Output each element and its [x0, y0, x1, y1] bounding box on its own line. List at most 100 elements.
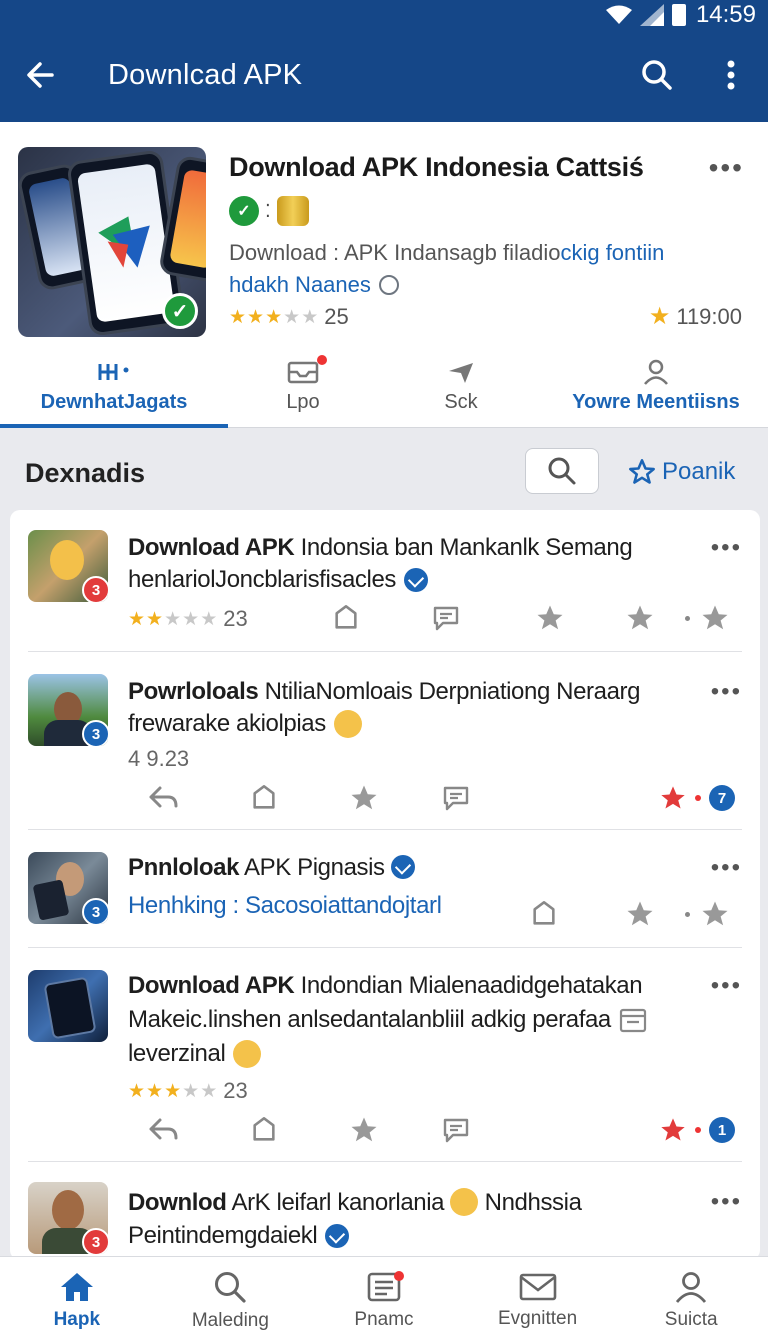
- star-button[interactable]: [620, 894, 660, 934]
- list-item[interactable]: Download APK Indondian Mialenaadidgehata…: [28, 948, 742, 1162]
- item-title-bold: Powrloloals: [128, 678, 259, 705]
- mail-icon: [519, 1273, 556, 1300]
- star-icon: [627, 901, 653, 926]
- tab-sck[interactable]: Sck: [378, 344, 544, 428]
- search-button[interactable]: [620, 40, 694, 110]
- app-more-button[interactable]: •••: [709, 152, 744, 184]
- star-icon: ★: [648, 303, 671, 330]
- item-more-button[interactable]: •••: [711, 1188, 742, 1216]
- app-logo-icon: [98, 216, 150, 268]
- nav-list[interactable]: Pnamc: [307, 1257, 461, 1344]
- coin-icon: [276, 196, 309, 226]
- item-more-button[interactable]: •••: [711, 678, 742, 706]
- item-more-button[interactable]: •••: [711, 854, 742, 882]
- comment-button[interactable]: [436, 778, 476, 818]
- item-actions: 1: [118, 1110, 742, 1150]
- share-button[interactable]: [144, 1110, 184, 1150]
- rating-count: 25: [324, 304, 349, 329]
- rank-label: Poanik: [662, 458, 736, 485]
- star-outline-icon: [629, 459, 655, 484]
- bookmark-button[interactable]: [326, 598, 366, 638]
- app-description-accent: ckig fontiin: [560, 240, 665, 265]
- star-button[interactable]: [530, 598, 570, 638]
- face-shape: [50, 540, 84, 580]
- nav-home[interactable]: Hapk: [0, 1257, 154, 1344]
- dots-icon: ⁚: [265, 200, 271, 221]
- star-icon: [351, 1117, 377, 1142]
- item-subtitle-2-text: leverzinal: [128, 1040, 226, 1067]
- rank-button[interactable]: Poanik: [628, 458, 735, 486]
- section-title: Dexnadis: [25, 458, 146, 488]
- comment-button[interactable]: [426, 598, 466, 638]
- list-item[interactable]: 3 Download APK Indonsia ban Mankanlk Sem…: [28, 510, 742, 652]
- verified-icon: [404, 568, 429, 592]
- app-developer-link[interactable]: hdakh Naanes: [229, 272, 399, 298]
- star-button[interactable]: [344, 1110, 384, 1150]
- nav-label: Hapk: [53, 1308, 101, 1330]
- tab-label: Lpo: [286, 390, 320, 413]
- app-card: ✓ Download APK Indonesia Cattsiś ••• ✓ ⁚…: [0, 122, 768, 428]
- item-title: Download APK Indondian Mialenaadidgehata…: [128, 972, 643, 1000]
- search-icon: [548, 457, 576, 485]
- share-button[interactable]: [144, 778, 184, 818]
- tab-yowre-meentiisns[interactable]: Yowre Meentiisns: [544, 344, 768, 428]
- star-button[interactable]: [662, 598, 742, 638]
- list-item[interactable]: 3 Powrloloals NtiliaNomloais Derpniation…: [28, 652, 742, 830]
- link-circle-icon: [378, 275, 399, 295]
- status-bar: 14:59: [605, 0, 756, 30]
- page-title: Downlcad APK: [108, 58, 303, 91]
- nav-label: Suicta: [664, 1308, 718, 1330]
- separator-dot: [695, 1127, 701, 1133]
- item-subtitle: frewarake akiolpias: [128, 710, 362, 738]
- comment-icon: [443, 1118, 469, 1143]
- notification-dot: [393, 1271, 404, 1281]
- list-item[interactable]: 3 Downlod ArK leifarl kanorlania Nndhssi…: [28, 1162, 742, 1260]
- verified-icon: [390, 855, 415, 879]
- bookmark-button[interactable]: [244, 1110, 284, 1150]
- item-title: Download APK Indonsia ban Mankanlk Seman…: [128, 534, 633, 562]
- section-search-button[interactable]: [525, 448, 599, 494]
- search-icon: [215, 1271, 246, 1303]
- app-description-text: Download : APK Indansagb filadio: [229, 240, 561, 265]
- comment-button[interactable]: [436, 1110, 476, 1150]
- nav-search[interactable]: Maleding: [154, 1257, 308, 1344]
- item-more-button[interactable]: •••: [711, 534, 742, 562]
- star-icon: [702, 605, 727, 630]
- bookmark-button[interactable]: [244, 778, 284, 818]
- bookmark-button[interactable]: [524, 894, 564, 934]
- back-arrow-icon: [27, 62, 54, 88]
- star-button[interactable]: [662, 894, 742, 934]
- app-score-value: 119:00: [676, 303, 742, 329]
- phone-screen: [169, 169, 206, 269]
- rating-stars: ★ ★ ★ ★ ★: [128, 1080, 218, 1102]
- item-actions: 7: [118, 778, 742, 818]
- overflow-menu-button[interactable]: [694, 40, 768, 110]
- tab-label: Yowre Meentiisns: [572, 390, 740, 413]
- list-item[interactable]: 3 Pnnloloak APK Pignasis ••• Henhking : …: [28, 830, 742, 948]
- app-screenshot[interactable]: ✓: [18, 147, 206, 337]
- item-subtitle-2: leverzinal: [128, 1040, 262, 1068]
- item-title-bold: Pnnloloak: [128, 854, 240, 881]
- download-list: 3 Download APK Indonsia ban Mankanlk Sem…: [10, 510, 760, 1260]
- nav-messages[interactable]: Evgnitten: [461, 1257, 615, 1344]
- nav-label: Evgnitten: [497, 1307, 578, 1329]
- star-button[interactable]: [620, 598, 660, 638]
- item-more-button[interactable]: •••: [711, 972, 742, 1000]
- count-badge: 1: [709, 1117, 735, 1143]
- favorite-count[interactable]: 1: [652, 1110, 742, 1150]
- nav-profile[interactable]: Suicta: [614, 1257, 768, 1344]
- rating-stars: ★ ★ ★ ★ ★: [229, 306, 319, 328]
- tab-lpo[interactable]: Lpo: [228, 344, 378, 428]
- bookmark-icon: [253, 785, 275, 809]
- item-title-rest: Indondian Mialenaadidgehatakan: [294, 972, 643, 999]
- item-thumbnail: 3: [28, 1182, 108, 1254]
- star-icon: [351, 785, 377, 810]
- item-subtitle: Peintindemgdaiekl: [128, 1222, 350, 1250]
- bookmark-icon: [335, 605, 357, 629]
- app-badges: ✓ ⁚: [229, 196, 309, 226]
- item-title-rest: ArK leifarl kanorlania: [226, 1189, 445, 1216]
- favorite-count[interactable]: 7: [652, 778, 742, 818]
- star-button[interactable]: [344, 778, 384, 818]
- tab-dewnhatjagats[interactable]: DewnhatJagats: [0, 344, 228, 428]
- back-button[interactable]: [0, 40, 80, 110]
